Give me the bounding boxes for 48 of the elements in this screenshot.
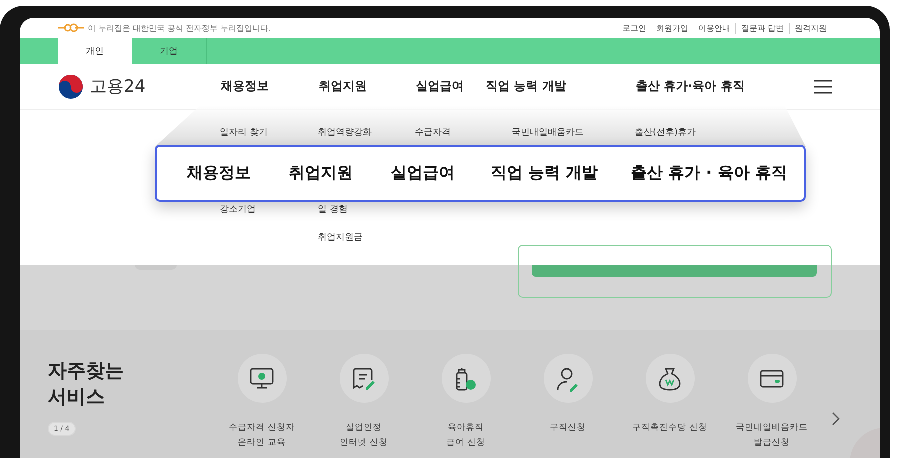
callout-item: 실업급여	[391, 163, 456, 184]
user-tab[interactable]: 기업	[132, 38, 207, 64]
nav-item[interactable]: 취업지원	[319, 78, 416, 95]
logo-icon	[58, 74, 84, 100]
callout-item: 취업지원	[289, 163, 354, 184]
utility-link[interactable]: 이용안내	[693, 22, 736, 34]
nav-item[interactable]: 채용정보	[221, 78, 319, 95]
next-button[interactable]	[831, 412, 841, 426]
service-icon-circle[interactable]	[238, 354, 286, 403]
utility-link[interactable]: 원격지원	[789, 22, 832, 34]
menu-link[interactable]: 국민내일배움카드	[512, 127, 584, 139]
service-link[interactable]: 육아휴직 급여 신청	[446, 421, 486, 451]
service-icon-circle[interactable]	[442, 354, 490, 403]
document-icon	[351, 366, 377, 392]
callout-item: 채용정보	[187, 163, 252, 184]
service-link[interactable]: 구직촉진수당 신청	[632, 421, 708, 436]
section-title: 자주찾는 서비스	[48, 359, 125, 410]
user-tab[interactable]: 개인	[58, 38, 132, 64]
menu-link[interactable]: 취업지원금	[318, 232, 363, 244]
emblem-icon	[58, 23, 84, 33]
utility-link[interactable]: 회원가입	[651, 22, 694, 34]
menu-link[interactable]: 일자리 찾기	[220, 127, 268, 139]
service-link[interactable]: 구직신청	[550, 421, 586, 436]
menu-link[interactable]: 수급자격	[415, 127, 451, 139]
menu-icon[interactable]	[814, 80, 832, 94]
service-link[interactable]: 수급자격 신청자 온라인 교육	[229, 421, 295, 451]
money-bag-icon	[657, 366, 683, 392]
service-icon-circle[interactable]	[340, 354, 388, 403]
service-icon-circle[interactable]	[646, 354, 694, 403]
menu-link[interactable]: 취업역량강화	[318, 127, 372, 139]
nav-item[interactable]: 실업급여	[416, 78, 486, 95]
notice-text: 이 누리집은 대한민국 공식 전자정부 누리집입니다.	[88, 22, 272, 34]
nav-item[interactable]: 직업 능력 개발	[486, 78, 636, 95]
menu-link[interactable]: 출산(전후)휴가	[635, 127, 696, 139]
menu-link[interactable]: 일 경험	[318, 204, 363, 216]
menu-link[interactable]: 강소기업	[220, 204, 256, 216]
nav-item[interactable]: 출산 휴가·육아 휴직	[636, 78, 814, 95]
callout-item: 출산 휴가 · 육아 휴직	[631, 163, 788, 184]
monitor-icon	[249, 366, 275, 392]
service-link[interactable]: 국민내일배움카드 발급신청	[736, 421, 808, 451]
utility-link[interactable]: 로그인	[617, 22, 652, 34]
service-link[interactable]: 실업인정 인터넷 신청	[340, 421, 388, 451]
service-icon-circle[interactable]	[544, 354, 592, 403]
logo-text: 고용24	[90, 76, 146, 98]
person-icon	[555, 366, 581, 392]
utility-link[interactable]: 질문과 답변	[735, 22, 789, 34]
service-icon-circle[interactable]	[748, 354, 796, 403]
callout-item: 직업 능력 개발	[491, 163, 600, 184]
